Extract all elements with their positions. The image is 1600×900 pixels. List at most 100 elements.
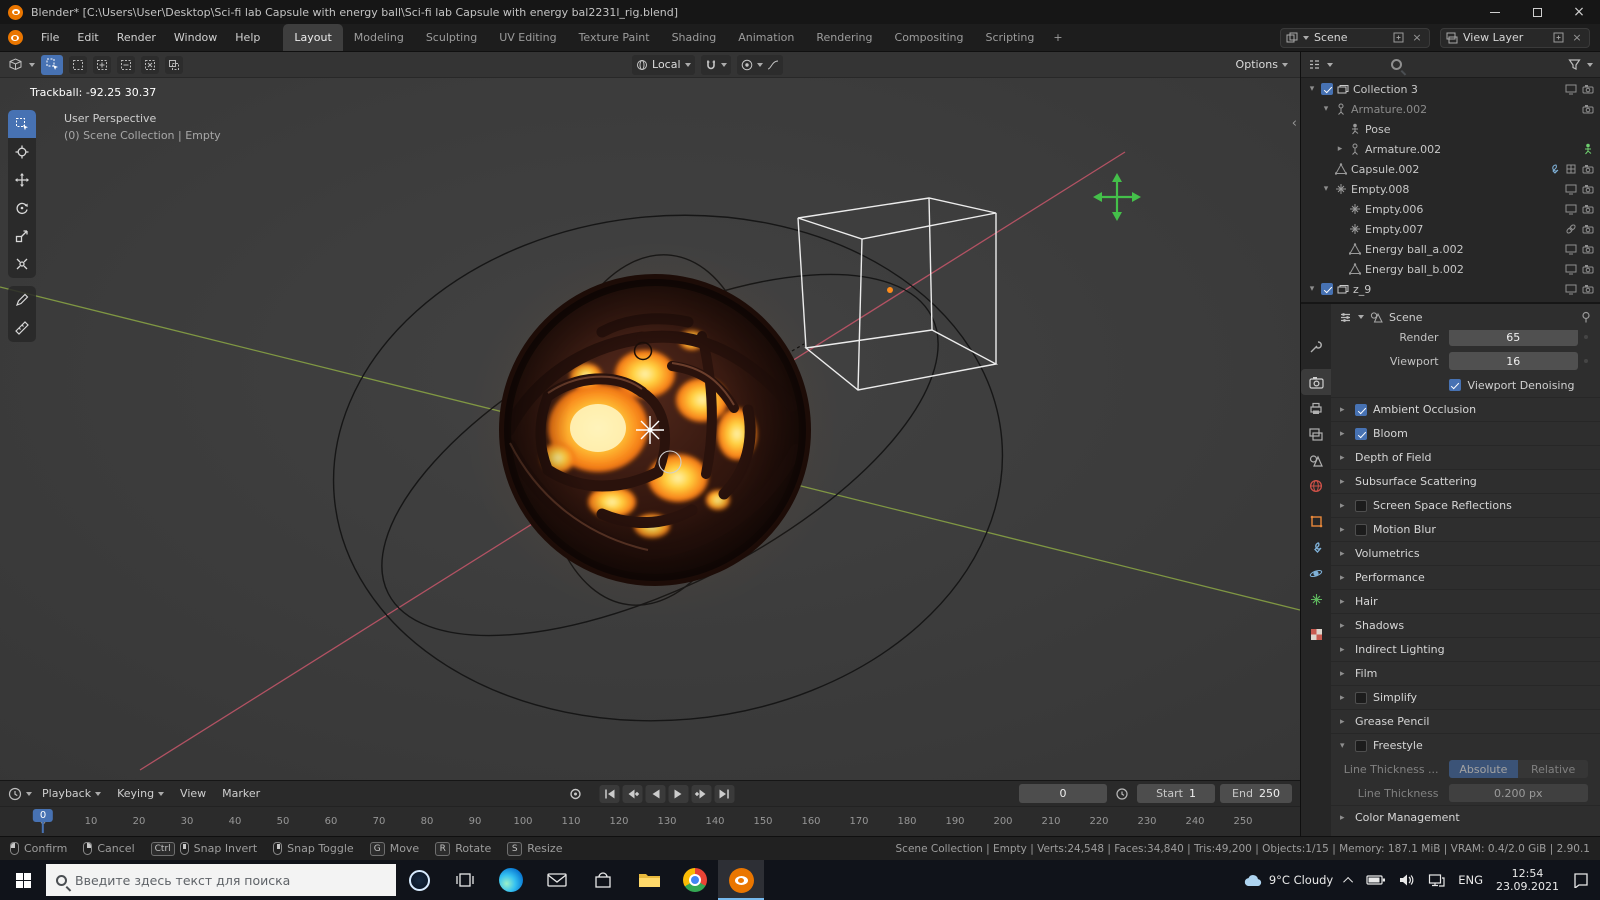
select-mode-subtract-icon[interactable] bbox=[117, 55, 135, 74]
tab-modeling[interactable]: Modeling bbox=[343, 24, 415, 51]
outliner-row-empty-006[interactable]: Empty.006 bbox=[1301, 199, 1600, 219]
jump-to-start-button[interactable] bbox=[599, 784, 620, 803]
sidebar-collapse-arrow[interactable]: ‹ bbox=[1292, 116, 1297, 131]
editor-type-chevron-icon[interactable] bbox=[29, 62, 35, 67]
scene-render[interactable] bbox=[0, 78, 1300, 780]
view-layer-properties-tab[interactable] bbox=[1301, 421, 1331, 447]
view-layer-selector[interactable]: View Layer × bbox=[1440, 27, 1590, 48]
section-simplify[interactable]: ▸ Simplify bbox=[1331, 685, 1600, 709]
world-properties-tab[interactable] bbox=[1301, 473, 1331, 499]
section-checkbox[interactable] bbox=[1355, 403, 1367, 416]
keying-menu[interactable]: Keying bbox=[111, 781, 170, 806]
new-view-layer-button[interactable] bbox=[1551, 31, 1565, 45]
section-film[interactable]: ▸ Film bbox=[1331, 661, 1600, 685]
section-volumetrics[interactable]: ▸ Volumetrics bbox=[1331, 541, 1600, 565]
store-taskbar-button[interactable] bbox=[580, 860, 626, 900]
scale-tool-button[interactable] bbox=[8, 222, 36, 250]
editor-type-chevron-icon[interactable] bbox=[1327, 62, 1333, 67]
outliner-row-empty-008[interactable]: ▾ Empty.008 bbox=[1301, 179, 1600, 199]
disclosure-triangle-icon[interactable]: ▸ bbox=[1335, 144, 1345, 154]
cortana-button[interactable] bbox=[396, 860, 442, 900]
tab-texture-paint[interactable]: Texture Paint bbox=[568, 24, 661, 51]
tab-rendering[interactable]: Rendering bbox=[805, 24, 883, 51]
playback-menu[interactable]: Playback bbox=[36, 781, 107, 806]
active-tool-button[interactable] bbox=[41, 54, 63, 75]
blender-taskbar-button[interactable] bbox=[718, 860, 764, 900]
constraint-link-icon[interactable] bbox=[1565, 223, 1577, 235]
outliner-editor-icon[interactable] bbox=[1308, 58, 1321, 71]
editor-type-chevron-icon[interactable] bbox=[1358, 315, 1364, 319]
menu-window[interactable]: Window bbox=[165, 24, 226, 51]
remove-view-layer-button[interactable]: × bbox=[1570, 31, 1584, 45]
render-samples-field[interactable]: 65 bbox=[1448, 330, 1578, 346]
viewport-denoising-checkbox[interactable] bbox=[1448, 379, 1461, 391]
tool-tab[interactable] bbox=[1301, 334, 1331, 360]
relative-button[interactable]: Relative bbox=[1518, 760, 1588, 778]
mail-taskbar-button[interactable] bbox=[534, 860, 580, 900]
explorer-taskbar-button[interactable] bbox=[626, 860, 672, 900]
outliner-row-pose[interactable]: Pose bbox=[1301, 119, 1600, 139]
section-subsurface-scattering[interactable]: ▸ Subsurface Scattering bbox=[1331, 469, 1600, 493]
outliner-row-armature-002[interactable]: ▸ Armature.002 bbox=[1301, 139, 1600, 159]
line-thickness-field[interactable]: 0.200 px bbox=[1448, 784, 1588, 802]
disable-in-viewport-icon[interactable] bbox=[1565, 244, 1577, 255]
disable-in-render-icon[interactable] bbox=[1582, 104, 1594, 114]
section-screen-space-reflections[interactable]: ▸ Screen Space Reflections bbox=[1331, 493, 1600, 517]
start-frame-field[interactable]: Start 1 bbox=[1137, 784, 1215, 803]
select-mode-set-icon[interactable] bbox=[69, 55, 87, 74]
new-scene-button[interactable] bbox=[1391, 31, 1405, 45]
playhead-marker[interactable]: 0 bbox=[32, 809, 54, 822]
section-checkbox[interactable] bbox=[1355, 739, 1367, 752]
jump-to-end-button[interactable] bbox=[714, 784, 735, 803]
taskbar-clock[interactable]: 12:54 23.09.2021 bbox=[1496, 867, 1559, 893]
pose-mode-icon[interactable] bbox=[1582, 143, 1594, 155]
menu-render[interactable]: Render bbox=[108, 24, 165, 51]
energy-ball-object[interactable] bbox=[499, 274, 811, 586]
menu-edit[interactable]: Edit bbox=[68, 24, 107, 51]
previous-keyframe-button[interactable] bbox=[622, 784, 643, 803]
outliner-row-energy-ball-b[interactable]: Energy ball_b.002 bbox=[1301, 259, 1600, 279]
properties-editor-icon[interactable] bbox=[1339, 311, 1352, 324]
next-keyframe-button[interactable] bbox=[691, 784, 712, 803]
select-mode-invert-icon[interactable] bbox=[141, 55, 159, 74]
pin-icon[interactable] bbox=[1580, 311, 1592, 323]
annotate-tool-button[interactable] bbox=[8, 286, 36, 314]
disable-in-render-icon[interactable] bbox=[1582, 244, 1594, 254]
animate-decorator-dot[interactable] bbox=[1584, 335, 1588, 339]
chrome-taskbar-button[interactable] bbox=[672, 860, 718, 900]
chevron-down-icon[interactable] bbox=[1587, 62, 1593, 67]
section-checkbox[interactable] bbox=[1355, 523, 1367, 536]
proportional-editing-dropdown[interactable] bbox=[736, 54, 783, 75]
options-dropdown[interactable]: Options bbox=[1232, 55, 1292, 75]
animate-decorator-dot[interactable] bbox=[1584, 359, 1588, 363]
snapping-dropdown[interactable] bbox=[700, 54, 731, 75]
tab-compositing[interactable]: Compositing bbox=[884, 24, 975, 51]
outliner-row-energy-ball-a[interactable]: Energy ball_a.002 bbox=[1301, 239, 1600, 259]
disable-in-render-icon[interactable] bbox=[1582, 284, 1594, 294]
viewport-samples-field[interactable]: 16 bbox=[1448, 352, 1578, 370]
tab-sculpting[interactable]: Sculpting bbox=[415, 24, 488, 51]
disable-in-render-icon[interactable] bbox=[1582, 84, 1594, 94]
start-button[interactable] bbox=[0, 860, 46, 900]
minimize-button[interactable] bbox=[1474, 0, 1516, 24]
editor-type-icon[interactable] bbox=[8, 57, 23, 72]
section-indirect-lighting[interactable]: ▸ Indirect Lighting bbox=[1331, 637, 1600, 661]
disable-in-viewport-icon[interactable] bbox=[1565, 204, 1577, 215]
outliner-row-collection-3[interactable]: ▾ Collection 3 bbox=[1301, 79, 1600, 99]
modifier-properties-tab[interactable] bbox=[1301, 534, 1331, 560]
disclosure-triangle-icon[interactable]: ▾ bbox=[1321, 184, 1331, 194]
view-menu[interactable]: View bbox=[174, 781, 212, 806]
outliner-row-empty-007[interactable]: Empty.007 bbox=[1301, 219, 1600, 239]
transform-orientation-dropdown[interactable]: Local bbox=[632, 54, 695, 75]
menu-help[interactable]: Help bbox=[226, 24, 269, 51]
object-properties-tab[interactable] bbox=[1301, 508, 1331, 534]
auto-keying-toggle[interactable] bbox=[566, 785, 586, 803]
section-grease-pencil[interactable]: ▸ Grease Pencil bbox=[1331, 709, 1600, 733]
tab-uv-editing[interactable]: UV Editing bbox=[488, 24, 567, 51]
disable-in-viewport-icon[interactable] bbox=[1565, 284, 1577, 295]
tray-expand-icon[interactable] bbox=[1343, 876, 1354, 887]
viewport-canvas[interactable]: Trackball: -92.25 30.37 User Perspective… bbox=[0, 78, 1300, 780]
outliner-row-armature-002-data[interactable]: ▾ Armature.002 bbox=[1301, 99, 1600, 119]
current-frame-field[interactable]: 0 bbox=[1019, 784, 1107, 803]
lattice-grid-icon[interactable] bbox=[1565, 163, 1577, 175]
